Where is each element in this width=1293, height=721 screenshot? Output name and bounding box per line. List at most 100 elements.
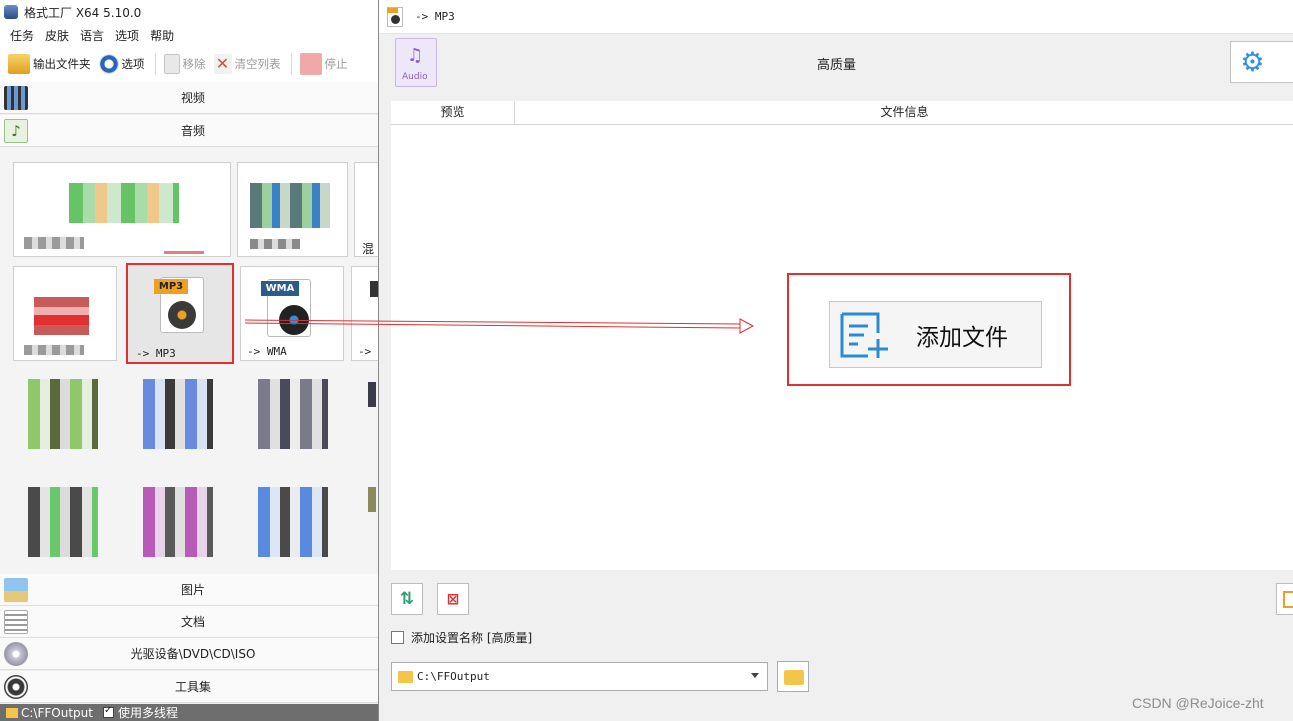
settings-button[interactable]: ⚙ — [1230, 41, 1293, 83]
pixelated-caption — [24, 237, 84, 249]
format-tile-2[interactable] — [237, 162, 348, 257]
toolbar-divider-2 — [290, 53, 292, 75]
pixelated-tile[interactable] — [28, 379, 98, 449]
pixelated-tile[interactable] — [143, 487, 213, 557]
audio-format-grid: 混 MP3 -> MP3 WMA -> WMA -> — [0, 147, 378, 574]
format-tile-mp3[interactable]: MP3 -> MP3 — [126, 263, 234, 364]
stop-button[interactable]: 停止 — [299, 53, 348, 75]
category-image[interactable]: 图片 — [0, 574, 378, 606]
browse-folder-button[interactable] — [777, 661, 809, 692]
menu-bar: 任务 皮肤 语言 选项 帮助 — [0, 24, 378, 46]
convert-dialog: -> MP3 ♫ Audio 高质量 ⚙ 预览 文件信息 添加文件 ⇅ ⊠ 添加… — [378, 0, 1293, 721]
format-tile-3-partial[interactable]: 混 — [354, 162, 378, 257]
options-button[interactable]: 选项 — [98, 54, 145, 74]
pixelated-tile[interactable] — [368, 487, 376, 512]
picture-icon — [4, 578, 28, 602]
category-rom-label: 光驱设备\DVD\CD\ISO — [130, 647, 256, 661]
remove-label: 移除 — [182, 57, 206, 71]
output-path-select[interactable]: C:\FFOutput — [391, 662, 768, 691]
delete-file-button[interactable]: ⊠ — [437, 583, 469, 615]
multithread-label: 使用多线程 — [117, 706, 178, 720]
add-setting-name-label: 添加设置名称 [高质量] — [411, 631, 533, 645]
main-toolbar: 输出文件夹 选项 移除 ✕ 清空列表 停止 — [0, 46, 378, 82]
status-bar: C:\FFOutput 使用多线程 — [0, 704, 378, 721]
mp3-badge: MP3 — [154, 279, 188, 294]
film-icon — [4, 86, 28, 110]
toolbar-divider — [154, 53, 156, 75]
main-window: 格式工厂 X64 5.10.0 任务 皮肤 语言 选项 帮助 输出文件夹 选项 … — [0, 0, 378, 721]
chevron-down-icon — [751, 673, 759, 678]
menu-item-language[interactable]: 语言 — [80, 27, 104, 44]
folder-icon — [398, 670, 413, 683]
document-icon — [4, 610, 28, 634]
film-reel-icon — [4, 675, 28, 699]
column-file-info[interactable]: 文件信息 — [515, 101, 1293, 124]
folder-icon — [6, 707, 18, 718]
menu-item-help[interactable]: 帮助 — [150, 27, 174, 44]
format-tile-partial[interactable]: -> — [351, 266, 378, 361]
pixelated-icon — [250, 183, 330, 228]
sort-button[interactable]: ⇅ — [391, 583, 423, 615]
partial-tile-label: 混 — [362, 242, 375, 256]
options-icon — [98, 54, 119, 74]
pixelated-tile[interactable] — [258, 487, 328, 557]
wma-caption: -> WMA — [247, 345, 287, 358]
file-table-header: 预览 文件信息 — [391, 101, 1293, 125]
remove-button[interactable]: 移除 — [163, 54, 206, 74]
category-video[interactable]: 视频 — [0, 82, 378, 114]
format-tile-wma[interactable]: WMA -> WMA — [240, 266, 344, 361]
wma-badge: WMA — [261, 281, 299, 296]
category-audio[interactable]: ♪ 音频 — [0, 115, 378, 147]
add-file-label: 添加文件 — [916, 324, 1008, 351]
stop-label: 停止 — [324, 57, 348, 71]
stop-icon — [299, 53, 322, 75]
category-rom[interactable]: 光驱设备\DVD\CD\ISO — [0, 638, 378, 670]
clear-list-button[interactable]: ✕ 清空列表 — [213, 54, 281, 74]
menu-item-skin[interactable]: 皮肤 — [45, 27, 69, 44]
output-folder-icon — [8, 54, 30, 74]
menu-item-task[interactable]: 任务 — [10, 27, 34, 44]
dialog-title: -> MP3 — [415, 10, 455, 23]
output-folder-button[interactable]: 输出文件夹 — [8, 54, 91, 74]
pixelated-icon — [34, 297, 89, 335]
mp3-caption: -> MP3 — [136, 347, 176, 360]
multithread-checkbox[interactable] — [102, 705, 114, 718]
add-file-button[interactable]: 添加文件 — [829, 301, 1042, 368]
category-video-label: 视频 — [180, 91, 205, 105]
pixelated-tile[interactable] — [28, 487, 98, 557]
edge-button[interactable] — [1276, 583, 1293, 615]
audio-icon-label: Audio — [402, 72, 428, 82]
pixelated-mark — [164, 251, 204, 254]
music-note-icon: ♪ — [4, 119, 28, 143]
disc-drive-icon — [4, 642, 28, 666]
category-tools-label: 工具集 — [174, 680, 211, 694]
screen: 格式工厂 X64 5.10.0 任务 皮肤 语言 选项 帮助 输出文件夹 选项 … — [0, 0, 1293, 721]
pixelated-tile[interactable] — [143, 379, 213, 449]
status-output-path[interactable]: C:\FFOutput — [21, 706, 93, 720]
category-tools[interactable]: 工具集 — [0, 671, 378, 703]
pixelated-tile[interactable] — [258, 379, 328, 449]
folder-icon — [784, 670, 804, 685]
disc-icon — [279, 305, 309, 335]
bracket-icon — [1283, 591, 1293, 608]
category-document[interactable]: 文档 — [0, 606, 378, 638]
output-path-value: C:\FFOutput — [417, 670, 490, 683]
pixelated-tile[interactable] — [368, 382, 376, 407]
mp3-file-icon: MP3 — [154, 275, 210, 335]
category-image-label: 图片 — [180, 583, 205, 597]
wma-file-icon: WMA — [259, 277, 319, 339]
delete-file-icon: ⊠ — [446, 590, 460, 608]
menu-item-options[interactable]: 选项 — [115, 27, 139, 44]
main-titlebar: 格式工厂 X64 5.10.0 — [0, 0, 378, 24]
partial-caption: -> — [358, 345, 372, 358]
app-title: 格式工厂 X64 5.10.0 — [24, 5, 142, 20]
pixelated-icon — [69, 183, 179, 223]
gear-icon: ⚙ — [1240, 47, 1265, 78]
add-file-icon — [838, 311, 892, 359]
add-setting-name-row[interactable]: 添加设置名称 [高质量] — [391, 629, 532, 646]
format-tile-1[interactable] — [13, 162, 231, 257]
add-setting-name-checkbox[interactable] — [391, 631, 404, 644]
format-tile-4[interactable] — [13, 266, 117, 361]
column-preview[interactable]: 预览 — [391, 101, 515, 124]
category-audio-label: 音频 — [180, 124, 205, 138]
